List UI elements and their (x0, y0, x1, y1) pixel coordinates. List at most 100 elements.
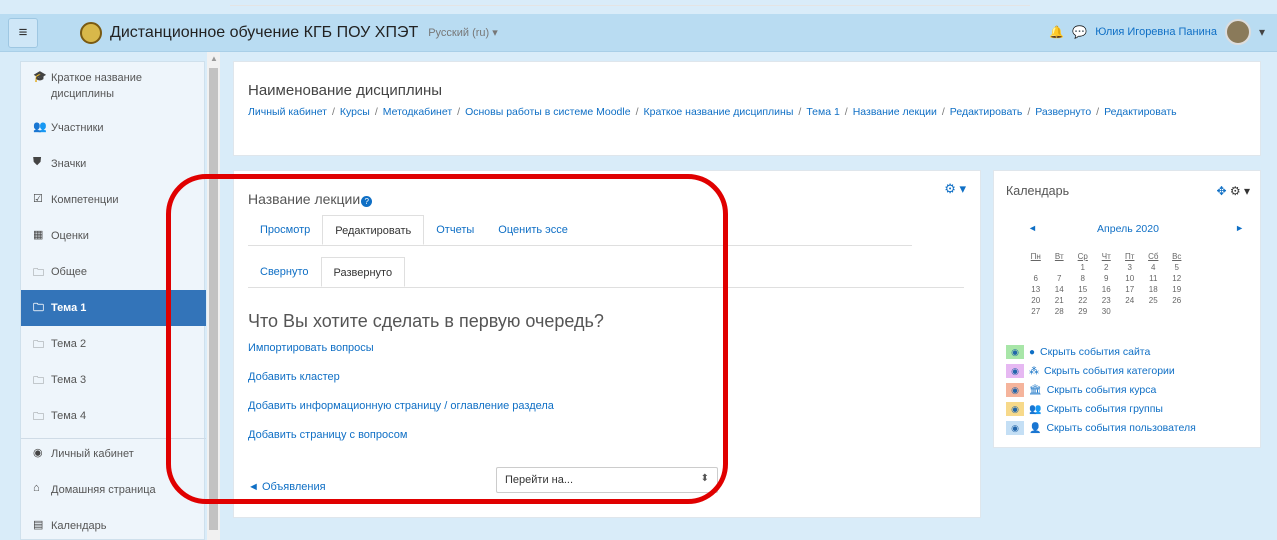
event-filter-label[interactable]: Скрыть события группы (1046, 403, 1163, 415)
calendar-day[interactable]: 24 (1118, 295, 1142, 306)
site-name[interactable]: Дистанционное обучение КГБ ПОУ ХПЭТ (110, 24, 418, 42)
prev-activity-link[interactable]: ◄ Объявления (248, 481, 326, 493)
calendar-day[interactable]: 3 (1118, 262, 1142, 273)
user-name[interactable]: Юлия Игоревна Панина (1095, 26, 1217, 38)
sidebar-item[interactable]: ⌂ Домашняя страница (21, 482, 206, 498)
sidebar-item[interactable]: 👥 Участники (21, 120, 206, 136)
calendar-day[interactable]: 9 (1095, 273, 1119, 284)
tab[interactable]: Редактировать (322, 215, 425, 245)
scroll-up-icon[interactable]: ▲ (210, 54, 218, 63)
calendar-day[interactable]: 6 (1024, 273, 1048, 284)
calendar-day[interactable]: 27 (1024, 306, 1048, 317)
sidebar-item[interactable]: ◉ Личный кабинет (21, 446, 206, 462)
sidebar-item[interactable]: 🗀 Тема 3 (21, 372, 206, 391)
calendar-day[interactable]: 29 (1071, 306, 1095, 317)
calendar-day[interactable]: 13 (1024, 284, 1048, 295)
sidebar-item[interactable]: ☑ Компетенции (21, 192, 206, 208)
weekday-label: Вт (1054, 252, 1064, 261)
calendar-day[interactable]: 1 (1071, 262, 1095, 273)
help-icon[interactable]: ? (361, 196, 373, 207)
breadcrumb-item[interactable]: Методкабинет (383, 106, 452, 118)
eye-icon[interactable]: ◉ (1006, 364, 1024, 378)
calendar-day[interactable]: 5 (1165, 262, 1189, 273)
language-menu[interactable]: Русский (ru) ▾ (428, 26, 498, 39)
event-filter-row[interactable]: ◉ ⁂ Скрыть события категории (1006, 364, 1175, 378)
move-icon[interactable]: ✥ (1216, 184, 1226, 198)
calendar-day[interactable]: 15 (1071, 284, 1095, 295)
jump-to-select[interactable]: Перейти на... ⬍ (496, 467, 718, 493)
event-filter-row[interactable]: ◉ ● Скрыть события сайта (1006, 345, 1150, 359)
breadcrumb-item[interactable]: Тема 1 (806, 106, 839, 118)
event-filter-label[interactable]: Скрыть события пользователя (1046, 422, 1195, 434)
breadcrumb-item[interactable]: Основы работы в системе Moodle (465, 106, 630, 118)
calendar-day[interactable]: 26 (1165, 295, 1189, 306)
eye-icon[interactable]: ◉ (1006, 383, 1024, 397)
breadcrumb-item[interactable]: Развернуто (1035, 106, 1091, 118)
calendar-day[interactable]: 30 (1095, 306, 1119, 317)
breadcrumb-item[interactable]: Редактировать (950, 106, 1023, 118)
calendar-day[interactable]: 23 (1095, 295, 1119, 306)
calendar-day[interactable]: 11 (1142, 273, 1166, 284)
calendar-day[interactable]: 7 (1048, 273, 1072, 284)
calendar-day[interactable]: 2 (1095, 262, 1119, 273)
scrollbar-thumb[interactable] (209, 68, 218, 530)
action-link[interactable]: Импортировать вопросы (248, 342, 374, 354)
tab[interactable]: Оценить эссе (486, 215, 580, 245)
calendar-day[interactable]: 20 (1024, 295, 1048, 306)
event-filter-label[interactable]: Скрыть события категории (1044, 365, 1175, 377)
sidebar-item[interactable]: 🗀 Тема 4 (21, 408, 206, 427)
calendar-day[interactable]: 14 (1048, 284, 1072, 295)
event-filter-row[interactable]: ◉ 🏛 Скрыть события курса (1006, 383, 1156, 397)
sidebar-item[interactable]: 🎓 Краткое название дисциплины (21, 70, 206, 102)
action-link[interactable]: Добавить информационную страницу / оглав… (248, 400, 554, 412)
calendar-day[interactable]: 18 (1142, 284, 1166, 295)
sidebar-item[interactable]: 🗀 Тема 2 (21, 336, 206, 355)
avatar[interactable] (1224, 19, 1251, 45)
calendar-day[interactable]: 25 (1142, 295, 1166, 306)
event-filter-row[interactable]: ◉ 👥 Скрыть события группы (1006, 402, 1163, 416)
calendar-month[interactable]: Апрель 2020 (994, 223, 1262, 235)
breadcrumb-item[interactable]: Редактировать (1104, 106, 1177, 118)
breadcrumb-item[interactable]: Название лекции (853, 106, 937, 118)
event-filter-row[interactable]: ◉ 👤 Скрыть события пользователя (1006, 421, 1196, 435)
calendar-day[interactable]: 4 (1142, 262, 1166, 273)
action-link[interactable]: Добавить страницу с вопросом (248, 429, 407, 441)
calendar-day[interactable]: 22 (1071, 295, 1095, 306)
breadcrumb-item[interactable]: Краткое название дисциплины (644, 106, 794, 118)
sidebar-item[interactable]: ▦ Оценки (21, 228, 206, 244)
chevron-down-icon[interactable]: ▾ (1259, 25, 1265, 39)
gear-icon[interactable]: ⚙ ▾ (1230, 184, 1250, 198)
eye-icon[interactable]: ◉ (1006, 402, 1024, 416)
site-logo[interactable] (80, 21, 102, 44)
eye-icon[interactable]: ◉ (1006, 421, 1024, 435)
calendar-weekdays: Пн Вт Ср Чт Пт Сб Вс (1024, 251, 1274, 262)
eye-icon[interactable]: ◉ (1006, 345, 1024, 359)
calendar-day[interactable]: 12 (1165, 273, 1189, 284)
sidebar-item[interactable]: 🗀 Тема 1 (21, 290, 206, 326)
tab[interactable]: Просмотр (248, 215, 322, 245)
calendar-day[interactable]: 19 (1165, 284, 1189, 295)
subtab[interactable]: Развернуто (320, 257, 406, 287)
calendar-day[interactable]: 16 (1095, 284, 1119, 295)
hamburger-icon[interactable]: ≡ (8, 17, 38, 48)
calendar-day[interactable]: 28 (1048, 306, 1072, 317)
bell-icon[interactable]: 🔔 (1049, 25, 1064, 39)
calendar-day[interactable]: 21 (1048, 295, 1072, 306)
breadcrumb-item[interactable]: Курсы (340, 106, 370, 118)
gear-icon[interactable]: ⚙ ▾ (944, 181, 966, 197)
action-link[interactable]: Добавить кластер (248, 371, 340, 383)
calendar-day[interactable]: 17 (1118, 284, 1142, 295)
calendar-day[interactable]: 8 (1071, 273, 1095, 284)
scrollbar[interactable]: ▲ (207, 52, 220, 540)
chat-icon[interactable]: 💬 (1072, 25, 1087, 39)
calendar-day[interactable]: 10 (1118, 273, 1142, 284)
breadcrumb-item[interactable]: Личный кабинет (248, 106, 327, 118)
event-filter-label[interactable]: Скрыть события сайта (1040, 346, 1150, 358)
calendar-next[interactable]: ► (1235, 223, 1244, 233)
sidebar-item[interactable]: 🗀 Общее (21, 264, 206, 283)
sidebar-item[interactable]: ⛊ Значки (21, 156, 206, 172)
event-filter-label[interactable]: Скрыть события курса (1047, 384, 1157, 396)
tab[interactable]: Отчеты (424, 215, 486, 245)
subtab[interactable]: Свернуто (248, 257, 321, 287)
sidebar-item[interactable]: ▤ Календарь (21, 518, 206, 534)
